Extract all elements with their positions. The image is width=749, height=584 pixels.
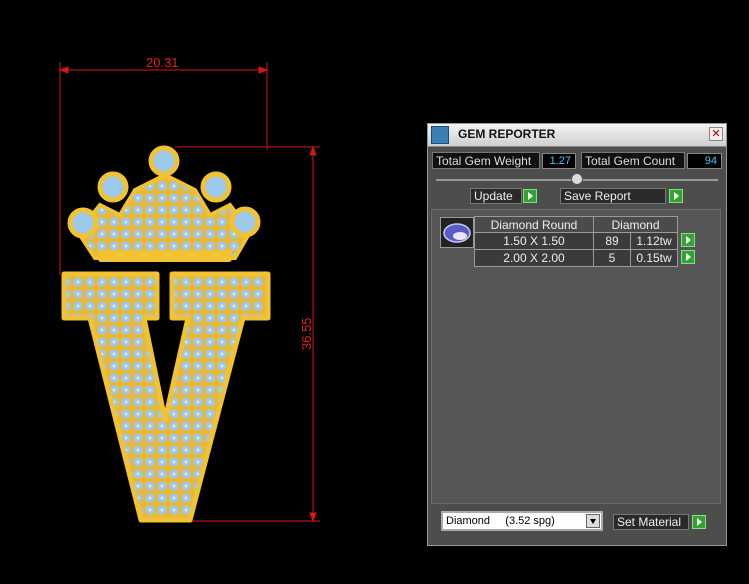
update-button[interactable] [523, 189, 537, 203]
height-dimension-label: 36.55 [299, 317, 314, 350]
table-row[interactable]: 1.50 X 1.50 89 1.12tw [474, 232, 697, 250]
close-icon[interactable]: ✕ [709, 127, 723, 141]
gem-table: Diamond Round Diamond 1.50 X 1.50 89 1.1… [474, 216, 697, 267]
update-label: Update [470, 188, 522, 204]
panel-title-bar[interactable]: GEM REPORTER ✕ [428, 124, 726, 147]
collapse-knob[interactable] [571, 173, 583, 185]
table-header-row: Diamond Round Diamond [474, 216, 697, 233]
total-gem-weight-label: Total Gem Weight [432, 152, 540, 169]
row-select-button[interactable] [681, 249, 696, 264]
total-gem-weight-value: 1.27 [542, 153, 576, 169]
set-material-label: Set Material [613, 514, 689, 530]
row-count: 5 [593, 249, 631, 267]
total-gem-count-value: 94 [687, 153, 722, 169]
3d-viewport[interactable]: 20.31 36.55 [0, 0, 425, 584]
material-dropdown[interactable]: Diamond (3.52 spg) [441, 511, 603, 531]
gem-reporter-icon [431, 126, 449, 144]
header-shape: Diamond Round [474, 216, 594, 233]
material-selected-value: Diamond (3.52 spg) [446, 515, 555, 527]
gem-reporter-panel: GEM REPORTER ✕ Total Gem Weight 1.27 Tot… [427, 123, 727, 546]
diamond-thumbnail-icon[interactable] [440, 217, 474, 248]
save-report-label: Save Report [560, 188, 666, 204]
crown-shape [67, 145, 261, 262]
row-select-button[interactable] [681, 232, 695, 247]
row-weight: 1.12tw [630, 232, 678, 250]
chevron-down-icon[interactable] [586, 514, 600, 528]
pendant-model-drawing: 20.31 36.55 [58, 55, 320, 523]
set-material-button[interactable] [692, 515, 706, 529]
panel-title: GEM REPORTER [458, 127, 556, 141]
width-dimension-label: 20.31 [146, 55, 179, 70]
gem-list-area: Diamond Round Diamond 1.50 X 1.50 89 1.1… [431, 209, 721, 504]
total-gem-count-label: Total Gem Count [581, 152, 685, 169]
row-count: 89 [593, 232, 631, 250]
header-material: Diamond [593, 216, 678, 233]
save-report-button[interactable] [669, 189, 683, 203]
row-size: 2.00 X 2.00 [474, 249, 594, 267]
letter-v-shape [61, 271, 271, 523]
row-size: 1.50 X 1.50 [474, 232, 594, 250]
table-row[interactable]: 2.00 X 2.00 5 0.15tw [474, 249, 697, 267]
row-weight: 0.15tw [630, 249, 678, 267]
